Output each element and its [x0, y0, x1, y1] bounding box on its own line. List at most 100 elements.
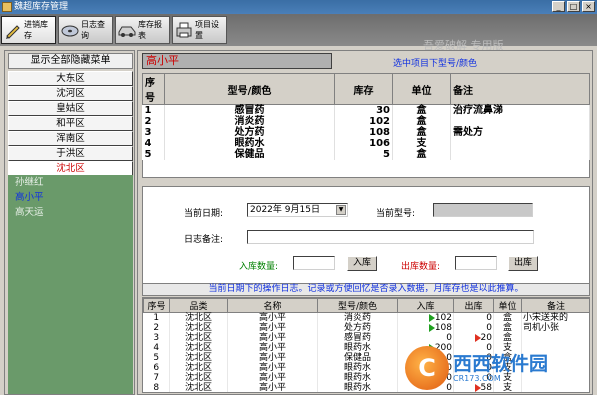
cell-note [450, 138, 590, 149]
district-item[interactable]: 沈河区 [8, 86, 133, 101]
out-quantity-label: 出库数量: [401, 262, 441, 272]
cell-stock: 106 [334, 138, 393, 149]
log-cell: 2 [143, 323, 170, 333]
log-cell: 102 [397, 312, 454, 323]
log-cell: 108 [397, 323, 454, 333]
log-cell: 盒 [493, 333, 522, 343]
chevron-down-icon[interactable]: ▼ [336, 205, 346, 215]
cell-model: 感冒药 [164, 104, 335, 116]
app-icon [2, 2, 12, 12]
table-row[interactable]: 5 保健品 5 盒 [142, 149, 590, 160]
model-field[interactable] [433, 203, 533, 217]
window-titlebar: 魏超库存管理 _ □ × [0, 0, 597, 14]
log-cell-text: 20 [480, 333, 492, 343]
log-cell: 7 [143, 373, 170, 383]
stock-out-button[interactable]: 出库 [508, 256, 538, 271]
table-row[interactable]: 1 沈北区 高小平 消炎药 102 0 盒 小宋送来的 [143, 312, 589, 323]
cell-unit: 盒 [392, 127, 451, 138]
district-item[interactable]: 大东区 [8, 71, 133, 86]
col-header[interactable]: 单位 [493, 298, 522, 313]
col-header[interactable]: 出库 [453, 298, 494, 313]
col-header[interactable]: 型号/颜色 [317, 298, 398, 313]
brand-sub: CR173.COM [453, 373, 501, 383]
col-header[interactable]: 备注 [450, 73, 590, 105]
inventory-tab-button[interactable]: 进销库存 [1, 16, 56, 44]
log-cell-text: 沈北区 [184, 383, 212, 393]
log-cell-text: 0 [486, 313, 492, 323]
log-cell: 高小平 [227, 343, 318, 353]
log-cell-text: 高小平 [258, 383, 286, 393]
stock-in-button[interactable]: 入库 [347, 256, 377, 271]
district-item[interactable]: 和平区 [8, 116, 133, 131]
table-row[interactable]: 4 眼药水 106 支 [142, 138, 590, 149]
inventory-tab-label: 进销库存 [24, 20, 48, 40]
district-item[interactable]: 于洪区 [8, 146, 133, 161]
col-header[interactable]: 序号 [143, 298, 170, 313]
in-quantity-input[interactable] [293, 256, 335, 270]
log-cell-text: 小宋送来的 [523, 313, 569, 323]
log-cell: 20 [453, 333, 494, 343]
log-cell-text: 7 [153, 373, 160, 383]
log-cell: 沈北区 [169, 323, 228, 333]
col-header[interactable]: 库存 [334, 73, 393, 105]
brand-watermark: C 西西软件园 CR173.COM [405, 344, 595, 392]
table-row[interactable]: 2 沈北区 高小平 处方药 108 0 盒 司机小张 [143, 323, 589, 333]
log-cell: 高小平 [227, 363, 318, 373]
project-settings-button[interactable]: 项目设置 [172, 16, 227, 44]
log-cell-text: 沈北区 [184, 343, 212, 353]
log-cell-text: 保健品 [343, 353, 371, 363]
table-row[interactable]: 1 感冒药 30 盒 治疗流鼻涕 [142, 104, 590, 116]
district-item[interactable]: 浑南区 [8, 131, 133, 146]
log-cell-text: 108 [434, 323, 452, 333]
log-cell: 沈北区 [169, 373, 228, 383]
log-cell: 3 [143, 333, 170, 343]
table-row[interactable]: 3 沈北区 高小平 感冒药 0 20 盒 [143, 333, 589, 343]
sidebar: 显示全部隐藏菜单 大东区 沈河区 皇姑区 和平区 浑南区 于洪区 沈北区 孙继红… [4, 50, 135, 395]
log-cell-text: 消炎药 [343, 313, 371, 323]
person-item-selected[interactable]: 高小平 [8, 190, 133, 205]
in-quantity-label: 入库数量: [239, 262, 279, 272]
brand-logo: C [405, 346, 449, 390]
person-item[interactable]: 孙继红 [8, 175, 133, 190]
district-item-active[interactable]: 沈北区 [8, 161, 133, 176]
log-query-button[interactable]: 日志查询 [58, 16, 113, 44]
log-cell-text: 高小平 [258, 313, 286, 323]
log-cell-text: 高小平 [258, 373, 286, 383]
note-input[interactable] [247, 230, 534, 244]
log-cell: 沈北区 [169, 353, 228, 363]
log-cell-text: 8 [153, 383, 160, 393]
minimize-button[interactable]: _ [552, 1, 565, 12]
col-header[interactable]: 备注 [521, 298, 589, 313]
log-cell-text: 沈北区 [184, 363, 212, 373]
toggle-menu-button[interactable]: 显示全部隐藏菜单 [8, 53, 133, 69]
log-cell: 小宋送来的 [521, 312, 589, 323]
cell-model: 消炎药 [164, 116, 335, 127]
cell-model: 保健品 [164, 149, 335, 160]
col-header[interactable]: 型号/颜色 [164, 73, 335, 105]
table-row[interactable]: 2 消炎药 102 盒 [142, 116, 590, 127]
log-cell-text: 高小平 [258, 353, 286, 363]
inventory-report-button[interactable]: 库存报表 [115, 16, 170, 44]
out-quantity-input[interactable] [455, 256, 497, 270]
col-header[interactable]: 单位 [392, 73, 451, 105]
log-cell: 沈北区 [169, 363, 228, 373]
log-cell-text: 眼药水 [343, 373, 371, 383]
district-item[interactable]: 皇姑区 [8, 101, 133, 116]
col-header[interactable]: 品类 [169, 298, 228, 313]
car-icon [118, 21, 136, 39]
cell-index: 3 [142, 127, 165, 138]
cell-stock: 5 [334, 149, 393, 160]
log-cell-text: 处方药 [343, 323, 371, 333]
maximize-button[interactable]: □ [567, 1, 580, 12]
col-header[interactable]: 名称 [227, 298, 318, 313]
log-cell: 沈北区 [169, 333, 228, 343]
printer-icon [175, 21, 193, 39]
person-item[interactable]: 高天运 [8, 205, 133, 220]
table-row[interactable]: 3 处方药 108 盒 需处方 [142, 127, 590, 138]
date-picker[interactable]: 2022年 9月15日 ▼ [247, 203, 348, 217]
col-header[interactable]: 入库 [397, 298, 454, 313]
log-cell-text: 沈北区 [184, 353, 212, 363]
close-button[interactable]: × [582, 1, 595, 12]
cell-unit: 支 [392, 138, 451, 149]
col-header[interactable]: 序号 [142, 73, 165, 105]
